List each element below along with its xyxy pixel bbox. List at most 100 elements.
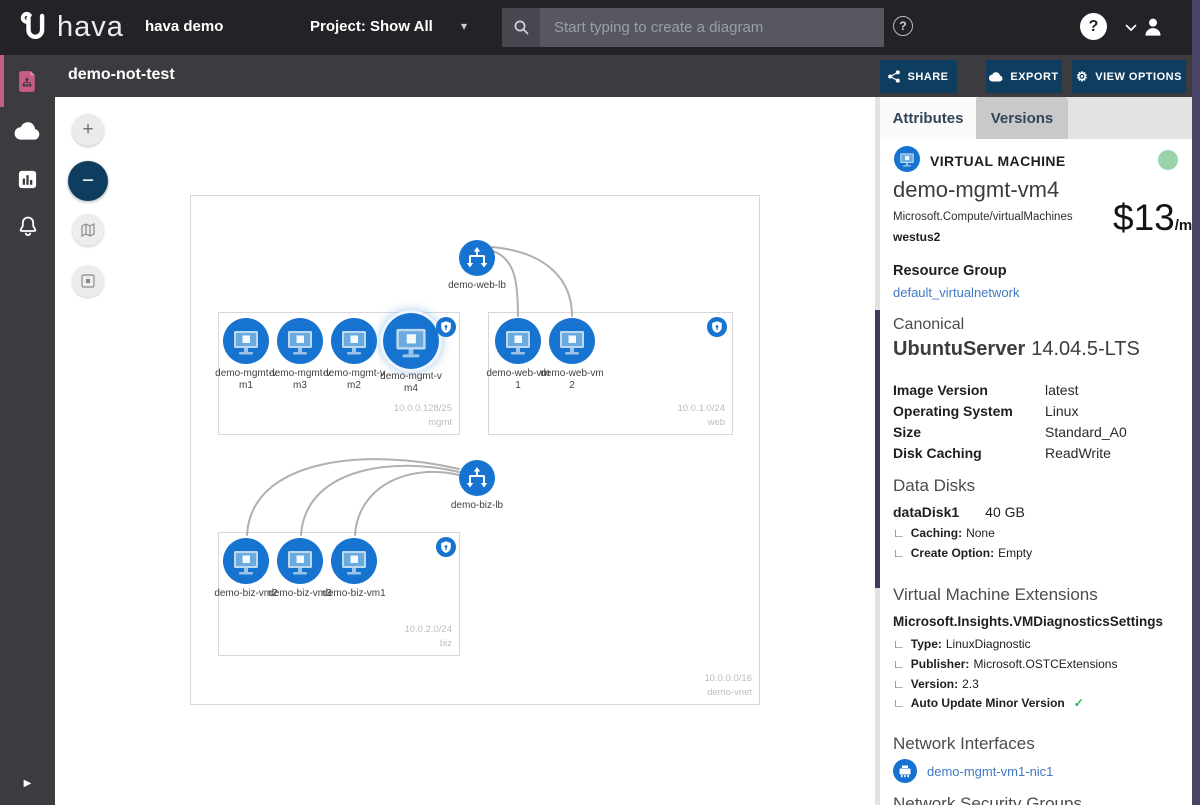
top-bar: hava hava demo Project: Show All ▾ ? ?: [0, 0, 1200, 55]
row-value: 2.3: [962, 677, 979, 691]
left-sidebar: ▶: [0, 55, 55, 805]
row-value: LinuxDiagnostic: [946, 637, 1031, 651]
search-input[interactable]: [540, 8, 884, 47]
extension-detail-row: ∟Publisher:Microsoft.OSTCExtensions: [893, 657, 1117, 671]
virtual-machine-icon: [549, 318, 595, 364]
cloud-export-icon: [989, 72, 1003, 82]
row-label: Create Option:: [911, 546, 994, 560]
resource-group-link[interactable]: default_virtualnetwork: [893, 285, 1019, 300]
disk-detail-row: ∟Caching:None: [893, 526, 995, 540]
vm-node-selected[interactable]: demo-mgmt-vm4: [379, 313, 443, 394]
row-label: Type:: [911, 637, 942, 651]
tab-attributes[interactable]: Attributes: [880, 97, 976, 139]
image-offer: UbuntuServer: [893, 338, 1025, 360]
resource-path: Microsoft.Compute/virtualMachines: [893, 211, 1073, 223]
tree-corner-icon: ∟: [893, 526, 905, 540]
vm-node[interactable]: demo-biz-vm1: [322, 538, 386, 600]
detail-label: Disk Caching: [893, 445, 1045, 461]
help-icon[interactable]: ?: [1080, 13, 1107, 40]
hava-logo-icon: [16, 9, 52, 45]
load-balancer-icon: [459, 460, 495, 496]
sidebar-item-environments[interactable]: [0, 107, 55, 155]
attributes-panel: Attributes Versions VIRTUAL MACHINE demo…: [875, 97, 1192, 805]
price-unit: /m: [1175, 217, 1192, 234]
lb-node-biz[interactable]: demo-biz-lb: [437, 460, 517, 512]
workspace-name: hava demo: [145, 18, 223, 35]
vm-node[interactable]: demo-mgmt-vm2: [322, 318, 386, 391]
nic-icon: [893, 759, 917, 783]
app-window: hava hava demo Project: Show All ▾ ? ? d…: [0, 0, 1200, 805]
center-view-button[interactable]: [72, 265, 104, 297]
price-badge: $13/m: [1113, 197, 1192, 239]
sidebar-expand-arrow[interactable]: ▶: [0, 778, 55, 789]
extensions-heading: Virtual Machine Extensions: [893, 585, 1098, 605]
nsg-shield-icon[interactable]: [436, 317, 456, 337]
extension-detail-row: ∟Auto Update Minor Version✓: [893, 696, 1084, 710]
virtual-machine-icon: [331, 538, 377, 584]
bar-chart-icon: [16, 168, 39, 191]
image-publisher: Canonical: [893, 316, 964, 334]
diagram-search: [502, 8, 884, 47]
network-security-groups-heading: Network Security Groups: [893, 794, 1082, 805]
vm-details-list: Image Versionlatest Operating SystemLinu…: [893, 382, 1127, 461]
load-balancer-icon: [459, 240, 495, 276]
lb-node-web[interactable]: demo-web-lb: [445, 240, 509, 292]
search-help-icon[interactable]: ?: [893, 16, 913, 36]
share-button[interactable]: SHARE: [880, 60, 957, 93]
sidebar-item-alerts[interactable]: [0, 203, 55, 251]
account-chevron-icon[interactable]: [1125, 24, 1137, 32]
project-selector[interactable]: Project: Show All: [310, 18, 433, 35]
cloud-icon: [14, 121, 41, 141]
subnet-name: web: [677, 416, 725, 430]
detail-label: Image Version: [893, 382, 1045, 398]
virtual-machine-icon: [383, 313, 439, 369]
tree-corner-icon: ∟: [893, 657, 905, 671]
export-button[interactable]: EXPORT: [986, 60, 1062, 93]
zoom-in-button[interactable]: +: [72, 114, 104, 146]
row-value: Empty: [998, 546, 1032, 560]
sidebar-item-diagrams[interactable]: [0, 55, 55, 107]
virtual-machine-icon: [894, 146, 920, 172]
subnet-cidr: 10.0.1.0/24: [677, 402, 725, 416]
panel-scrollbar-thumb[interactable]: [875, 310, 880, 588]
tree-corner-icon: ∟: [893, 637, 905, 651]
vnet-meta: 10.0.0.0/16 demo-vnet: [704, 672, 752, 700]
zoom-fit-button[interactable]: [72, 214, 104, 246]
image-sku: 14.04.5-LTS: [1031, 338, 1140, 360]
logo-wordmark: hava: [57, 11, 124, 44]
share-icon: [888, 70, 900, 83]
extension-name: Microsoft.Insights.VMDiagnosticsSettings: [893, 614, 1163, 629]
virtual-machine-icon: [495, 318, 541, 364]
subnet-cidr: 10.0.0.128/25: [394, 402, 452, 416]
row-label: Version:: [911, 677, 958, 691]
sidebar-item-reports[interactable]: [0, 155, 55, 203]
detail-value: ReadWrite: [1045, 445, 1127, 461]
zoom-out-button[interactable]: −: [68, 161, 108, 201]
nsg-shield-icon[interactable]: [707, 317, 727, 337]
subnet-name: mgmt: [394, 416, 452, 430]
status-ok-dot: [1158, 150, 1178, 170]
tab-versions[interactable]: Versions: [976, 97, 1068, 139]
hava-logo[interactable]: hava: [16, 9, 124, 45]
chevron-down-icon[interactable]: ▾: [461, 19, 467, 33]
vnet-cidr: 10.0.0.0/16: [704, 672, 752, 686]
vm-node[interactable]: demo-web-vm2: [540, 318, 604, 391]
node-label: demo-mgmt-vm2: [322, 368, 386, 391]
nic-link[interactable]: demo-mgmt-vm1-nic1: [927, 764, 1053, 779]
row-label: Auto Update Minor Version: [911, 696, 1065, 710]
node-label: demo-web-vm2: [540, 368, 604, 391]
view-options-button[interactable]: ⚙ VIEW OPTIONS: [1072, 60, 1186, 93]
nsg-shield-icon[interactable]: [436, 537, 456, 557]
subnet-name: biz: [404, 637, 452, 651]
data-disk-row: dataDisk140 GB: [893, 504, 1025, 520]
user-icon[interactable]: [1140, 14, 1166, 40]
export-label: EXPORT: [1010, 71, 1058, 83]
node-label: demo-web-lb: [446, 280, 508, 292]
diagram-title: demo-not-test: [68, 66, 175, 84]
subnet-meta: 10.0.2.0/24 biz: [404, 623, 452, 651]
row-value: None: [966, 526, 995, 540]
diagram-canvas[interactable]: 10.0.0.0/16 demo-vnet 10.0.0.128/25 mgmt…: [55, 97, 875, 805]
image-offer-sku: UbuntuServer 14.04.5-LTS: [893, 338, 1140, 361]
node-label: demo-biz-vm1: [322, 588, 385, 600]
page-scrollbar-thumb[interactable]: [1192, 0, 1200, 805]
